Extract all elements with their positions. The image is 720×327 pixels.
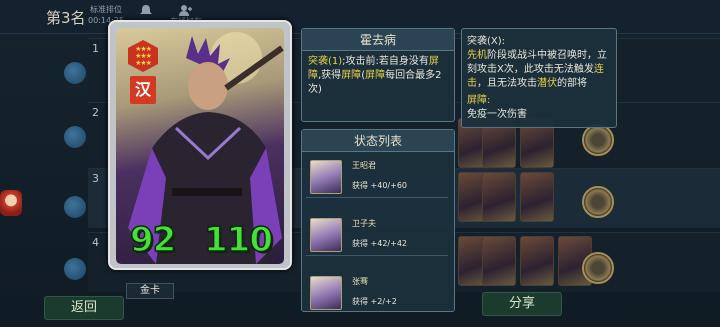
water-drop-icon [64, 196, 86, 218]
keyword-text: 阶段或战斗中被召唤时，立刻攻击X次，此攻击无法触发 [467, 50, 607, 75]
status-item[interactable]: 卫子夫 获得 +42/+42 [306, 214, 448, 256]
coin-icon[interactable] [582, 252, 614, 284]
hero-portrait: ★★★ ★★★ ★★★ 汉 92 110 [116, 28, 284, 264]
rarity-label: 金卡 [126, 283, 174, 299]
water-drop-icon [64, 126, 86, 148]
unit-portrait [310, 276, 342, 310]
status-list-panel: 状态列表 王昭君 获得 +40/+60 卫子夫 获得 +42/+42 张骞 获得… [301, 129, 455, 312]
keyword-link: 先机 [467, 50, 487, 61]
skill-keyword: 突袭(1) [308, 56, 343, 67]
water-drop-icon [64, 258, 86, 280]
keyword-title: 屏障: [467, 95, 491, 106]
faction-badge: ★★★ ★★★ ★★★ 汉 [126, 40, 160, 112]
keyword-description: 突袭(X): 先机阶段或战斗中被召唤时，立刻攻击X次，此攻击无法触发连击，且无法… [462, 29, 616, 128]
unit-portrait [310, 218, 342, 252]
raid-keyword-block: 突袭(X): 先机阶段或战斗中被召唤时，立刻攻击X次，此攻击无法触发连击，且无法… [467, 35, 611, 91]
attack-stat: 92 [129, 219, 177, 261]
row-number: 3 [92, 172, 99, 185]
timer-label: 标准排位 [89, 5, 122, 14]
unit-slot[interactable] [520, 172, 554, 222]
unit-slot[interactable] [520, 236, 554, 286]
status-gain: 获得 +40/+60 [352, 181, 408, 190]
skill-panel: 霍去病 突袭(1);攻击前:若自身没有屏障,获得屏障(屏障每回合最多2次) [301, 28, 455, 122]
keyword-text: ，且无法攻击 [477, 78, 537, 89]
water-drop-icon [64, 62, 86, 84]
hero-card[interactable]: ★★★ ★★★ ★★★ 汉 92 110 [108, 20, 292, 270]
hero-name: 霍去病 [302, 29, 454, 51]
keyword-panel: 突袭(X): 先机阶段或战斗中被召唤时，立刻攻击X次，此攻击无法触发连击，且无法… [461, 28, 617, 128]
bell-column[interactable] [138, 4, 154, 16]
skill-text: ,获得 [318, 70, 342, 81]
bell-icon [140, 5, 152, 14]
status-item[interactable]: 张骞 获得 +2/+2 [306, 272, 448, 314]
back-button[interactable]: 返回 [44, 296, 124, 320]
status-unit-name: 王昭君 [352, 161, 376, 170]
skill-keyword: 屏障 [365, 70, 386, 81]
coin-icon[interactable] [582, 124, 614, 156]
skill-description: 突袭(1);攻击前:若自身没有屏障,获得屏障(屏障每回合最多2次) [302, 51, 454, 101]
skill-keyword: 屏障 [341, 70, 362, 81]
unit-portrait [310, 160, 342, 194]
row-number: 4 [92, 236, 99, 249]
status-item[interactable]: 王昭君 获得 +40/+60 [306, 156, 448, 198]
status-unit-name: 张骞 [352, 277, 368, 286]
coin-icon[interactable] [582, 186, 614, 218]
faction-label: 汉 [130, 76, 156, 104]
unit-slot[interactable] [482, 172, 516, 222]
keyword-title: 突袭(X): [467, 36, 506, 47]
health-stat: 110 [203, 219, 273, 261]
status-list-title: 状态列表 [302, 130, 454, 152]
keyword-text: 免疫一次伤害 [467, 109, 527, 120]
stars-icon: ★★★ ★★★ ★★★ [135, 45, 152, 67]
shield-keyword-block: 屏障: 免疫一次伤害 [467, 94, 611, 122]
row-number: 1 [92, 42, 99, 55]
keyword-text: 的部将 [557, 78, 587, 89]
status-unit-name: 卫子夫 [352, 219, 376, 228]
keyword-link: 潜伏 [537, 78, 557, 89]
share-button[interactable]: 分享 [482, 292, 562, 316]
add-friend-icon [179, 5, 192, 16]
status-gain: 获得 +2/+2 [352, 297, 397, 306]
row-number: 2 [92, 106, 99, 119]
status-gain: 获得 +42/+42 [352, 239, 408, 248]
rank-label: 第3名 [46, 9, 86, 27]
skill-text: ;攻击前:若自身没有 [342, 56, 429, 67]
unit-slot[interactable] [482, 236, 516, 286]
mascot-icon[interactable] [0, 190, 22, 216]
